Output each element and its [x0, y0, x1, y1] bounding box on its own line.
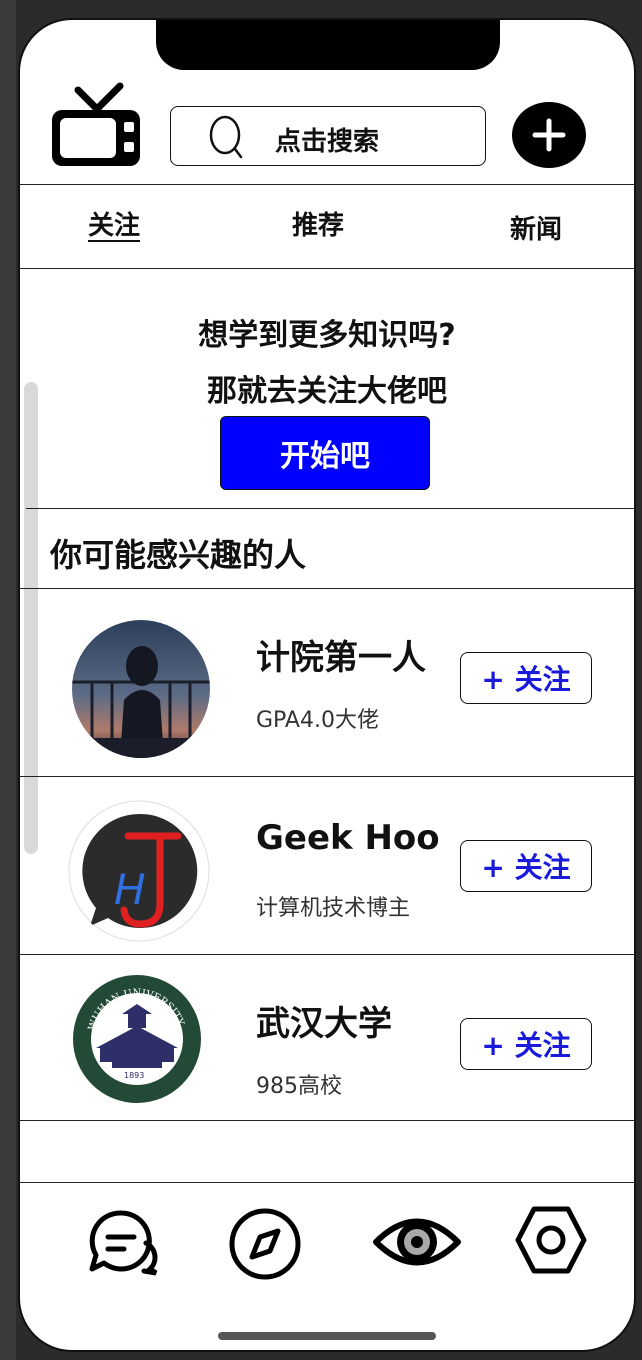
start-button[interactable]: 开始吧: [220, 416, 430, 490]
section-title: 你可能感兴趣的人: [50, 536, 307, 574]
promo-line-2: 那就去关注大佬吧: [207, 374, 447, 409]
tab-follow[interactable]: 关注: [88, 205, 140, 242]
promo-divider: [26, 508, 634, 509]
compass-icon[interactable]: [228, 1207, 302, 1281]
add-button[interactable]: [512, 102, 586, 168]
tv-icon: [52, 82, 140, 166]
avatar: WUHAN UNIVERSITY 1893: [72, 974, 202, 1104]
tab-bar: 关注 推荐 新闻: [20, 185, 634, 269]
promo-line-1: 想学到更多知识吗?: [198, 318, 456, 353]
eye-icon[interactable]: [372, 1209, 462, 1275]
person-name: 计院第一人: [256, 638, 426, 678]
settings-hexagon-icon[interactable]: [514, 1205, 588, 1275]
person-name: 武汉大学: [256, 1004, 392, 1044]
tab-recommend[interactable]: 推荐: [292, 205, 344, 242]
person-desc: 计算机技术博主: [256, 896, 411, 921]
avatar: [72, 620, 210, 758]
phone-frame: 点击搜索 关注 推荐 新闻 想学到更多知识吗? 那就去关注大佬吧 开始吧 你可能…: [18, 18, 636, 1352]
home-indicator[interactable]: [218, 1332, 436, 1340]
list-item[interactable]: H Geek Hoo 计算机技术博主 + 关注: [20, 776, 634, 952]
search-icon: [209, 115, 243, 159]
plus-icon: [532, 118, 566, 152]
person-name: Geek Hoo: [256, 818, 440, 858]
follow-button[interactable]: + 关注: [460, 840, 592, 892]
follow-button[interactable]: + 关注: [460, 1018, 592, 1070]
notch: [156, 20, 500, 70]
follow-button[interactable]: + 关注: [460, 652, 592, 704]
row-divider: [20, 1120, 634, 1121]
svg-text:H: H: [114, 865, 146, 914]
search-input[interactable]: 点击搜索: [170, 106, 486, 166]
person-desc: 985高校: [256, 1074, 342, 1099]
list-item[interactable]: 计院第一人 GPA4.0大佬 + 关注: [20, 588, 634, 764]
editor-side-strip: [0, 0, 16, 1360]
person-desc: GPA4.0大佬: [256, 708, 379, 733]
list-item[interactable]: WUHAN UNIVERSITY 1893 武汉大学 985高校 + 关注: [20, 954, 634, 1130]
tab-news[interactable]: 新闻: [510, 209, 562, 246]
emblem-year: 1893: [124, 1071, 144, 1080]
search-placeholder: 点击搜索: [275, 127, 380, 157]
avatar: H: [68, 800, 210, 942]
app-header: 点击搜索: [20, 82, 634, 184]
tabs-divider: [20, 268, 634, 269]
bottom-nav: [20, 1182, 634, 1303]
chat-icon[interactable]: [86, 1207, 162, 1277]
